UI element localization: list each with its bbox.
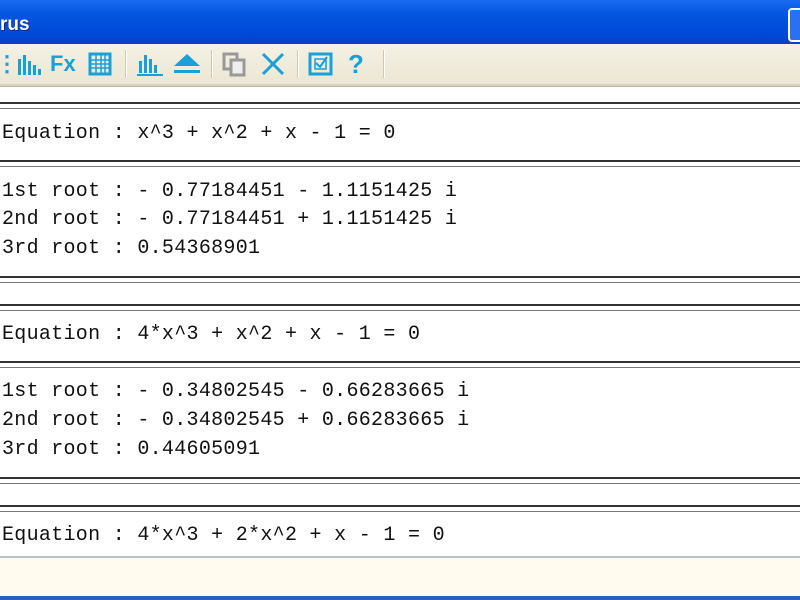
toolbar-separator <box>125 50 127 78</box>
root-text: 1st root : - 0.34802545 - 0.66283665 i <box>2 380 470 403</box>
equation-text: Equation : x^3 + x^2 + x - 1 = 0 <box>2 122 396 145</box>
root-text: 1st root : - 0.77184451 - 1.1151425 i <box>2 180 458 203</box>
equation-text: Equation : 4*x^3 + 2*x^2 + x - 1 = 0 <box>2 524 445 547</box>
table-icon[interactable] <box>88 51 112 77</box>
copy-icon[interactable] <box>222 51 248 77</box>
divider <box>0 304 800 311</box>
minimize-button[interactable] <box>788 8 800 42</box>
window-bottom-border <box>0 596 800 600</box>
help-icon[interactable]: ? <box>348 51 364 77</box>
root-text: 2nd root : - 0.77184451 + 1.1151425 i <box>2 208 458 231</box>
divider <box>0 160 800 167</box>
toolbar-separator <box>211 50 213 78</box>
divider <box>0 505 800 512</box>
toolbar: ⋮ Fx ? <box>0 44 800 86</box>
eject-icon[interactable] <box>172 51 202 77</box>
equation-text: Equation : 4*x^3 + x^2 + x - 1 = 0 <box>2 323 421 346</box>
root-text: 2nd root : - 0.34802545 + 0.66283665 i <box>2 409 470 432</box>
title-bar: rus <box>0 0 800 44</box>
toolbar-separator <box>383 50 385 78</box>
divider <box>0 276 800 283</box>
histogram-icon[interactable] <box>136 51 164 77</box>
function-icon[interactable]: Fx <box>50 51 76 77</box>
clear-icon[interactable] <box>260 51 286 77</box>
statistics-icon[interactable] <box>16 51 42 77</box>
divider <box>0 477 800 484</box>
input-strip <box>0 86 800 101</box>
toolbar-separator <box>297 50 299 78</box>
root-text: 3rd root : 0.54368901 <box>2 237 261 260</box>
root-text: 3rd root : 0.44605091 <box>2 438 261 461</box>
window-title: rus <box>0 14 30 35</box>
divider <box>0 102 800 109</box>
divider <box>0 361 800 368</box>
status-bar <box>0 556 800 598</box>
checkbox-icon[interactable] <box>308 51 334 77</box>
